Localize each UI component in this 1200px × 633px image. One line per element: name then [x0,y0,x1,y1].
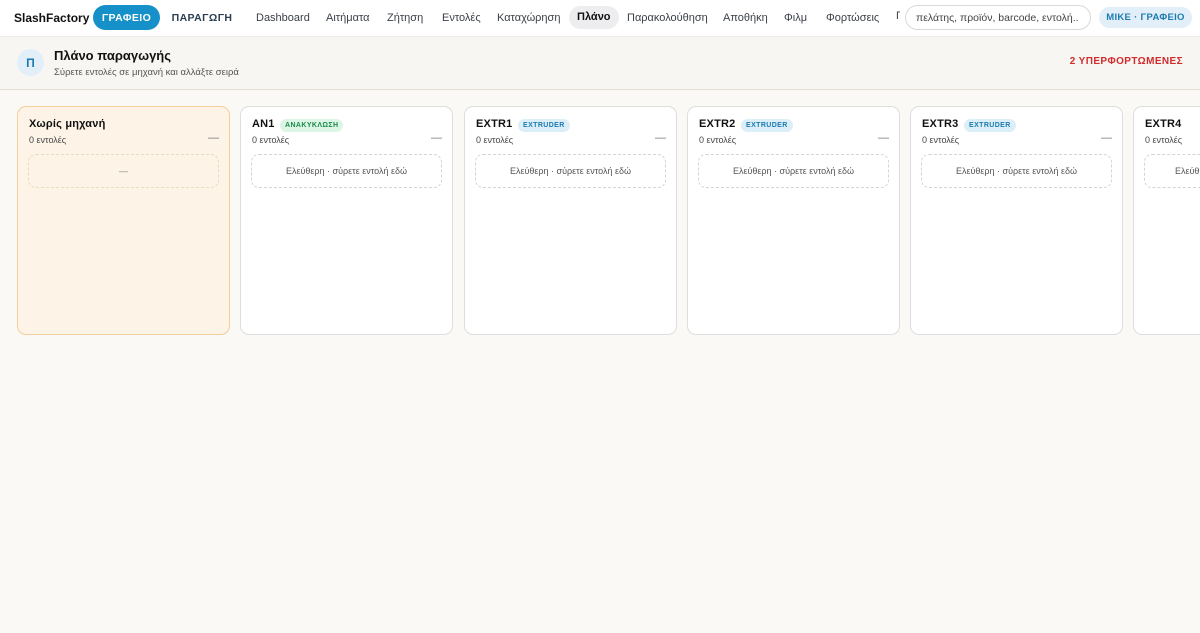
column-order-count: 0 εντολές [252,135,290,145]
column-title: EXTR1 [476,118,513,130]
column-order-count: 0 εντολές [476,135,514,145]
drop-zone[interactable]: Ελεύθερη · σύρετε εντολή εδώ [251,154,442,188]
column-title: Χωρίς μηχανή [29,118,106,130]
column-an1: AN1 ΑΝΑΚΥΚΛΩΣΗ 0 εντολές — Ελεύθερη · σύ… [240,106,453,335]
page-header: Π Πλάνο παραγωγής Σύρετε εντολές σε μηχα… [0,37,1200,90]
column-order-count: 0 εντολές [922,135,960,145]
collapse-icon[interactable]: — [1101,132,1112,144]
nav-entry[interactable]: Καταχώρηση [497,10,560,26]
collapse-icon[interactable]: — [878,132,889,144]
page-title: Πλάνο παραγωγής [54,48,171,63]
nav-film[interactable]: Φιλμ [784,10,807,26]
column-extr1: EXTR1 EXTRUDER 0 εντολές — Ελεύθερη · σύ… [464,106,677,335]
nav-warehouse[interactable]: Αποθήκη [723,10,768,26]
column-extr2: EXTR2 EXTRUDER 0 εντολές — Ελεύθερη · σύ… [687,106,900,335]
nav-plan[interactable]: Πλάνο [569,6,619,29]
column-order-count: 0 εντολές [1145,135,1183,145]
nav-orders[interactable]: Εντολές [442,10,481,26]
mode-office-button[interactable]: ΓΡΑΦΕΙΟ [93,5,160,30]
nav-loadings[interactable]: Φορτώσεις [826,10,879,26]
drop-zone[interactable]: — [28,154,219,188]
collapse-icon[interactable]: — [208,132,219,144]
top-nav-bar: SlashFactory ΓΡΑΦΕΙΟ ΠΑΡΑΓΩΓΗ Dashboard … [0,0,1200,37]
search-input[interactable] [905,5,1091,30]
column-unassigned: Χωρίς μηχανή 0 εντολές — — [17,106,230,335]
drop-zone[interactable]: Ελεύθ [1144,154,1200,188]
drop-zone[interactable]: Ελεύθερη · σύρετε εντολή εδώ [475,154,666,188]
collapse-icon[interactable]: — [655,132,666,144]
machine-board: Χωρίς μηχανή 0 εντολές — — AN1 ΑΝΑΚΥΚΛΩΣ… [0,90,1200,633]
machine-type-badge: EXTRUDER [518,119,570,132]
column-order-count: 0 εντολές [29,135,67,145]
column-order-count: 0 εντολές [699,135,737,145]
collapse-icon[interactable]: — [431,132,442,144]
app-brand: SlashFactory [14,11,90,25]
column-extr3: EXTR3 EXTRUDER 0 εντολές — Ελεύθερη · σύ… [910,106,1123,335]
machine-type-badge: ΑΝΑΚΥΚΛΩΣΗ [280,119,344,132]
overload-indicator[interactable]: 2 ΥΠΕΡΦΟΡΤΩΜΕΝΕΣ [1070,56,1183,67]
nav-demand[interactable]: Ζήτηση [387,10,423,26]
nav-monitoring[interactable]: Παρακολούθηση [627,10,708,26]
machine-type-badge: EXTRUDER [741,119,793,132]
column-title: AN1 [252,118,275,130]
page-subtitle: Σύρετε εντολές σε μηχανή και αλλάξτε σει… [54,67,239,78]
page-icon: Π [17,49,44,76]
mode-production-button[interactable]: ΠΑΡΑΓΩΓΗ [166,5,238,30]
column-extr4: EXTR4 0 εντολές Ελεύθ [1133,106,1200,335]
machine-type-badge: EXTRUDER [964,119,1016,132]
column-title: EXTR4 [1145,118,1182,130]
nav-overflow-item[interactable]: Γ [896,10,900,26]
column-title: EXTR3 [922,118,959,130]
user-badge[interactable]: MIKE · ΓΡΑΦΕΙΟ [1099,7,1192,28]
nav-requests[interactable]: Αιτήματα [326,10,370,26]
nav-dashboard[interactable]: Dashboard [256,10,310,26]
drop-zone[interactable]: Ελεύθερη · σύρετε εντολή εδώ [698,154,889,188]
column-title: EXTR2 [699,118,736,130]
drop-zone[interactable]: Ελεύθερη · σύρετε εντολή εδώ [921,154,1112,188]
